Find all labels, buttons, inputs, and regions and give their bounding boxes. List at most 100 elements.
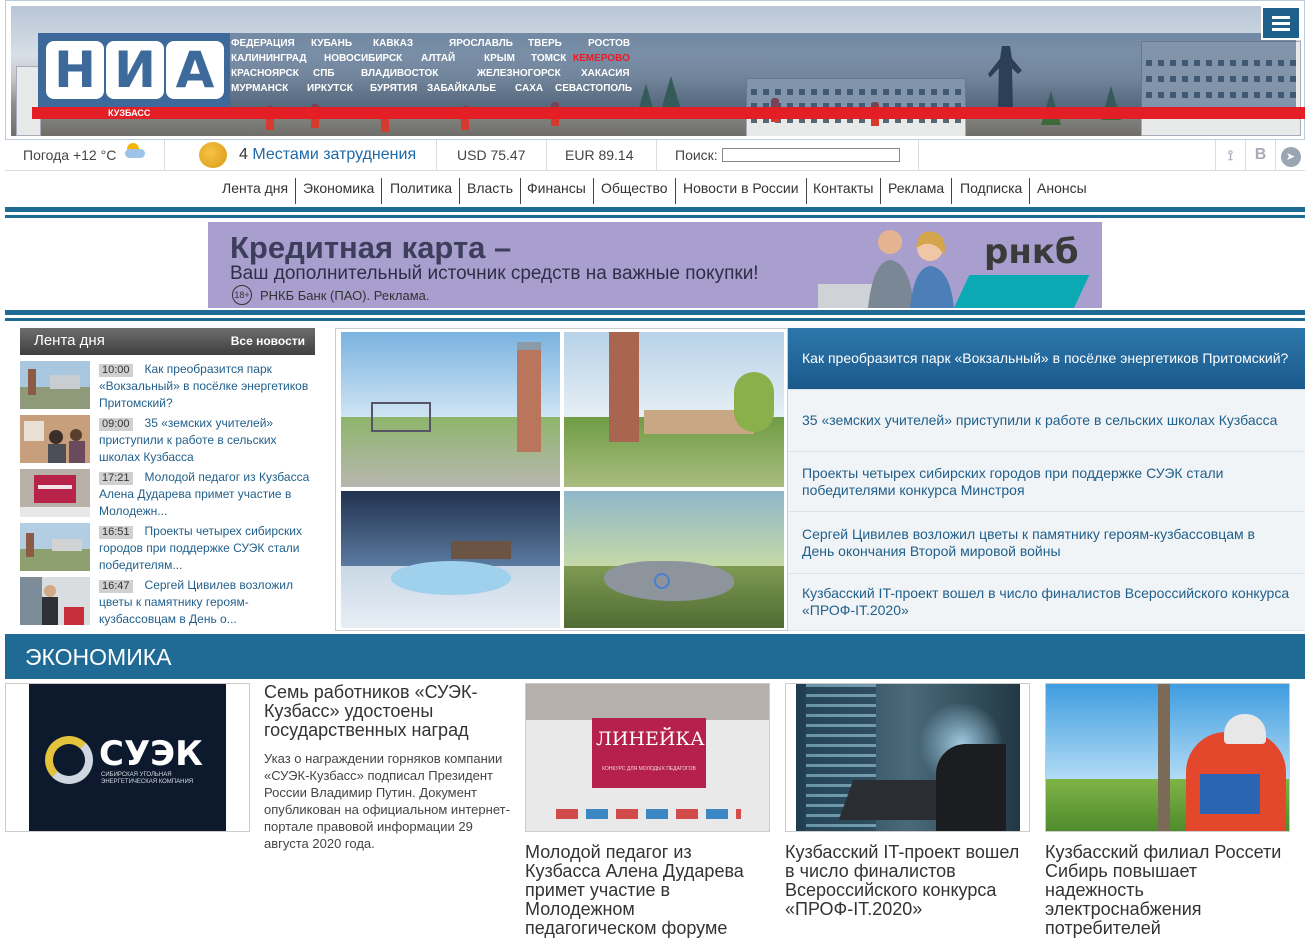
city-link[interactable]: ТВЕРЬ xyxy=(528,38,562,49)
city-link[interactable]: КАВКАЗ xyxy=(373,38,413,49)
telegram-icon[interactable]: ➤ xyxy=(1275,140,1305,170)
city-link[interactable]: НОВОСИБИРСК xyxy=(324,53,402,64)
city-link[interactable]: КРЫМ xyxy=(484,53,515,64)
hamburger-icon xyxy=(1272,28,1290,31)
city-link[interactable]: МУРМАНСК xyxy=(231,83,288,94)
feed-time: 10:00 xyxy=(99,364,133,377)
city-link-active[interactable]: КЕМЕРОВО xyxy=(573,53,630,64)
partly-cloudy-icon xyxy=(123,143,145,159)
city-link[interactable]: ЯРОСЛАВЛЬ xyxy=(449,38,513,49)
logo-letter: Н xyxy=(46,41,104,99)
nav-item-ads[interactable]: Реклама xyxy=(888,178,953,204)
nav-item-announcements[interactable]: Анонсы xyxy=(1037,178,1094,204)
gallery-image xyxy=(341,491,560,628)
feed-header: Лента дня Все новости xyxy=(20,328,315,355)
all-news-link[interactable]: Все новости xyxy=(231,334,305,348)
search-label: Поиск: xyxy=(675,147,718,163)
city-link[interactable]: ТОМСК xyxy=(531,53,566,64)
headline-item-active[interactable]: Как преобразится парк «Вокзальный» в пос… xyxy=(788,328,1305,390)
nav-item-society[interactable]: Общество xyxy=(601,178,676,204)
weather-widget[interactable]: Погода +12 °C xyxy=(5,140,165,170)
economy-card-title[interactable]: Молодой педагог из Кузбасса Алена Дударе… xyxy=(525,843,770,938)
city-link[interactable]: ЗАБАЙКАЛЬЕ xyxy=(427,83,496,94)
gallery-image xyxy=(564,491,784,628)
featured-gallery[interactable] xyxy=(335,328,788,631)
city-link[interactable]: СЕВАСТОПОЛЬ xyxy=(555,83,632,94)
site-logo[interactable]: Н И А xyxy=(38,33,230,108)
city-link[interactable]: КРАСНОЯРСК xyxy=(231,68,299,79)
ad-brand-logo: рнкб xyxy=(984,232,1079,272)
feed-time: 16:47 xyxy=(99,580,133,593)
nav-item-contacts[interactable]: Контакты xyxy=(813,178,882,204)
city-link[interactable]: ИРКУТСК xyxy=(307,83,353,94)
feed-item[interactable]: 16:47 Сергей Цивилев возложил цветы к пам… xyxy=(20,577,315,631)
economy-card-image[interactable]: ЛИНЕЙКА КОНКУРС ДЛЯ МОЛОДЫХ ПЕДАГОГОВ xyxy=(525,683,770,832)
city-link[interactable]: ХАКАСИЯ xyxy=(581,68,630,79)
city-link[interactable]: БУРЯТИЯ xyxy=(370,83,417,94)
eur-rate: EUR 89.14 xyxy=(547,140,657,170)
traffic-widget[interactable]: 4 Местами затруднения xyxy=(165,140,437,170)
headline-item[interactable]: Проекты четырех сибирских городов при по… xyxy=(788,452,1305,512)
ad-age-badge: 18+ xyxy=(232,285,252,305)
ad-subtitle: Ваш дополнительный источник средств на в… xyxy=(230,263,759,284)
economy-lead-title[interactable]: Семь работников «СУЭК-Кузбасс» удостоены… xyxy=(264,683,512,740)
nav-item-russia-news[interactable]: Новости в России xyxy=(683,178,807,204)
logo-letter: А xyxy=(166,41,224,99)
economy-card-title[interactable]: Кузбасский филиал Россети Сибирь повышае… xyxy=(1045,843,1290,938)
feed-thumb xyxy=(20,361,90,409)
ad-banner[interactable]: Кредитная карта – Ваш дополнительный ист… xyxy=(208,222,1102,308)
nav-item-politics[interactable]: Политика xyxy=(390,178,460,204)
nav-item-power[interactable]: Власть xyxy=(467,178,521,204)
info-bar: Погода +12 °C 4 Местами затруднения USD … xyxy=(5,140,1305,171)
economy-card-image[interactable] xyxy=(1045,683,1290,832)
search-input[interactable] xyxy=(722,148,900,162)
traffic-count: 4 xyxy=(239,146,248,163)
city-link[interactable]: КУБАНЬ xyxy=(311,38,352,49)
poster-subtitle: КОНКУРС ДЛЯ МОЛОДЫХ ПЕДАГОГОВ xyxy=(602,766,696,772)
rss-icon[interactable]: ⟟ xyxy=(1215,140,1245,170)
traffic-icon xyxy=(199,142,227,168)
feed-time: 16:51 xyxy=(99,526,133,539)
headline-item[interactable]: Кузбасский IT-проект вошел в число финал… xyxy=(788,574,1305,631)
city-link[interactable]: ЖЕЛЕЗНОГОРСК xyxy=(477,68,561,79)
economy-card-title[interactable]: Кузбасский IT-проект вошел в число финал… xyxy=(785,843,1030,919)
gallery-image xyxy=(564,332,784,487)
nav-item-feed[interactable]: Лента дня xyxy=(222,178,297,204)
city-link[interactable]: СПБ xyxy=(313,68,335,79)
city-link[interactable]: АЛТАЙ xyxy=(421,53,455,64)
suek-logo-subtitle: СИБИРСКАЯ УГОЛЬНАЯ xyxy=(101,772,172,778)
headline-item[interactable]: 35 «земских учителей» приступили к работ… xyxy=(788,390,1305,452)
feed-title: Лента дня xyxy=(34,332,105,349)
feed-item[interactable]: 16:51 Проекты четырех сибирских городов п… xyxy=(20,523,315,577)
city-link[interactable]: ФЕДЕРАЦИЯ xyxy=(231,38,295,49)
ad-title: Кредитная карта – xyxy=(230,230,512,265)
headlines-list: Как преобразится парк «Вокзальный» в пос… xyxy=(788,328,1305,631)
economy-section-title[interactable]: ЭКОНОМИКА xyxy=(25,644,172,671)
economy-lead-image[interactable]: СУЭК СИБИРСКАЯ УГОЛЬНАЯ ЭНЕРГЕТИЧЕСКАЯ К… xyxy=(5,683,250,832)
feed-thumb xyxy=(20,415,90,463)
menu-button[interactable] xyxy=(1261,6,1301,40)
nav-item-subscription[interactable]: Подписка xyxy=(960,178,1031,204)
city-link[interactable]: САХА xyxy=(515,83,543,94)
feed-item[interactable]: 10:00 Как преобразится парк «Вокзальный» … xyxy=(20,361,315,415)
feed-thumb xyxy=(20,523,90,571)
headline-item[interactable]: Сергей Цивилев возложил цветы к памятник… xyxy=(788,512,1305,574)
economy-card-image[interactable] xyxy=(785,683,1030,832)
divider xyxy=(5,207,1305,212)
economy-section-header: ЭКОНОМИКА xyxy=(5,634,1305,679)
traffic-link[interactable]: 4 Местами затруднения xyxy=(239,140,416,170)
feed-thumb xyxy=(20,469,90,517)
nav-item-economy[interactable]: Экономика xyxy=(303,178,383,204)
economy-lead-text: Указ о награждении горняков компании «СУ… xyxy=(264,751,510,851)
feed-item[interactable]: 09:00 35 «земских учителей» приступили к … xyxy=(20,415,315,469)
region-label: КУЗБАСС xyxy=(108,108,151,118)
city-link[interactable]: РОСТОВ xyxy=(588,38,630,49)
vk-icon[interactable]: B xyxy=(1245,140,1275,170)
city-link[interactable]: КАЛИНИНГРАД xyxy=(231,53,306,64)
nav-item-finance[interactable]: Финансы xyxy=(527,178,594,204)
divider xyxy=(5,318,1305,321)
ad-brand-accent xyxy=(950,275,1090,308)
weather-text: Погода +12 °C xyxy=(23,147,117,163)
city-link[interactable]: ВЛАДИВОСТОК xyxy=(361,68,438,79)
feed-item[interactable]: 17:21 Молодой педагог из Кузбасса Алена Д… xyxy=(20,469,315,523)
